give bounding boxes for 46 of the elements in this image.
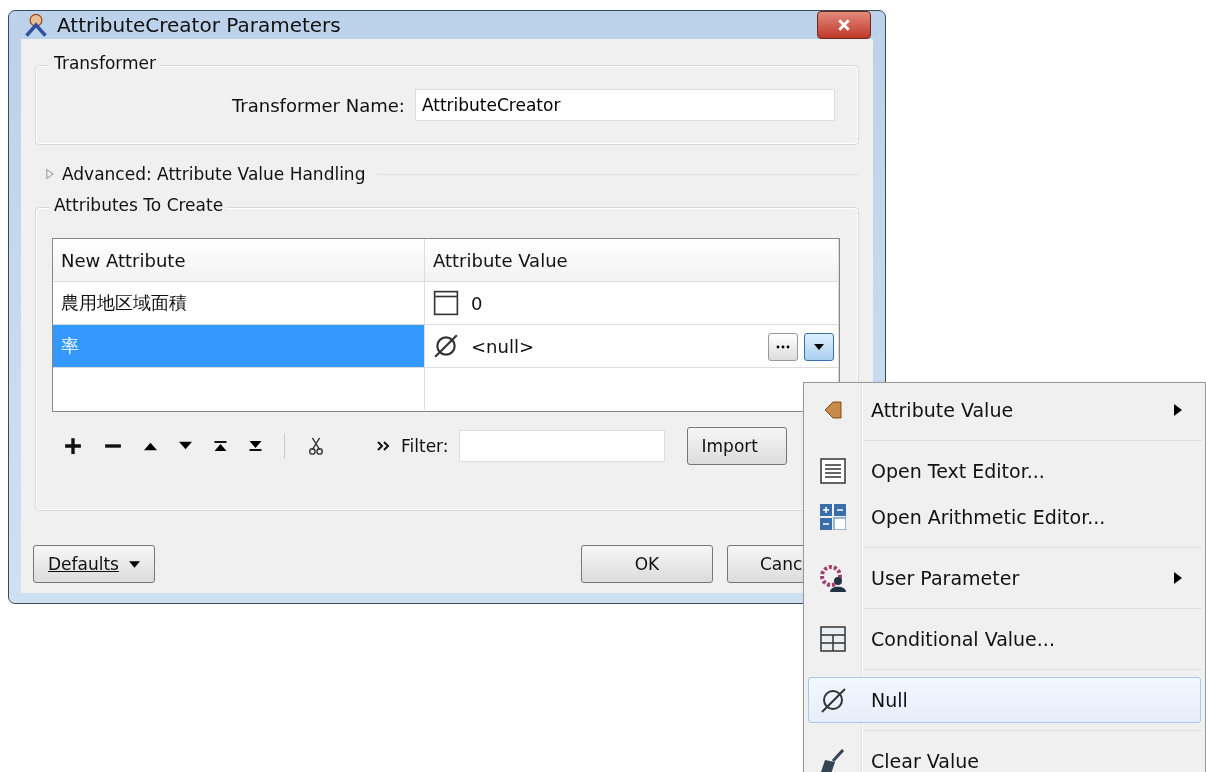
menu-item[interactable]: Attribute Value [808, 387, 1201, 433]
filter-field[interactable] [458, 430, 665, 462]
text-editor-icon [820, 458, 846, 484]
transformer-name-field[interactable]: AttributeCreator [414, 89, 835, 121]
more-button[interactable] [768, 333, 798, 361]
table-cell[interactable]: 農用地区域面積 [53, 282, 425, 324]
broom-icon [819, 748, 847, 772]
add-icon[interactable] [64, 437, 82, 455]
submenu-arrow-icon [1174, 404, 1182, 416]
grid-icon [820, 626, 846, 652]
cell-value: 0 [471, 292, 483, 314]
menu-item[interactable]: Conditional Value... [808, 616, 1201, 662]
column-header[interactable]: Attribute Value [425, 239, 839, 281]
ok-button[interactable]: OK [581, 545, 713, 583]
menu-item[interactable]: Clear Value [808, 738, 1201, 772]
close-button[interactable] [817, 11, 871, 39]
field-label: Transformer Name: [232, 94, 405, 116]
text-value-icon [433, 290, 459, 316]
caret-icon [814, 344, 824, 350]
calculator-icon [820, 504, 846, 530]
move-bottom-icon[interactable] [249, 441, 262, 451]
caret-icon [129, 560, 140, 568]
user-gear-icon [819, 564, 847, 592]
import-button[interactable]: Import [686, 427, 787, 465]
null-icon [819, 686, 847, 714]
null-icon [433, 333, 459, 359]
menu-item[interactable]: Open Text Editor... [808, 448, 1201, 494]
window-title: AttributeCreator Parameters [57, 13, 342, 37]
defaults-button[interactable]: Defaults [33, 545, 155, 583]
move-up-icon[interactable] [144, 441, 157, 451]
filter-label: Filter: [401, 436, 449, 456]
move-down-icon[interactable] [179, 441, 192, 451]
cut-icon[interactable] [307, 437, 325, 455]
arrow-left-icon [822, 399, 844, 421]
ellipsis-icon [776, 345, 790, 349]
column-header[interactable]: New Attribute [53, 239, 425, 281]
section-header[interactable]: Advanced: Attribute Value Handling [62, 164, 366, 184]
cell-value: <null> [471, 335, 534, 357]
double-chevron-icon[interactable] [377, 441, 391, 451]
submenu-arrow-icon [1174, 572, 1182, 584]
dropdown-button[interactable] [804, 333, 834, 361]
move-top-icon[interactable] [214, 441, 227, 451]
menu-item[interactable]: Open Arithmetic Editor... [808, 494, 1201, 540]
app-icon [23, 12, 49, 38]
menu-item[interactable]: Null [808, 677, 1201, 723]
close-icon [837, 19, 851, 31]
